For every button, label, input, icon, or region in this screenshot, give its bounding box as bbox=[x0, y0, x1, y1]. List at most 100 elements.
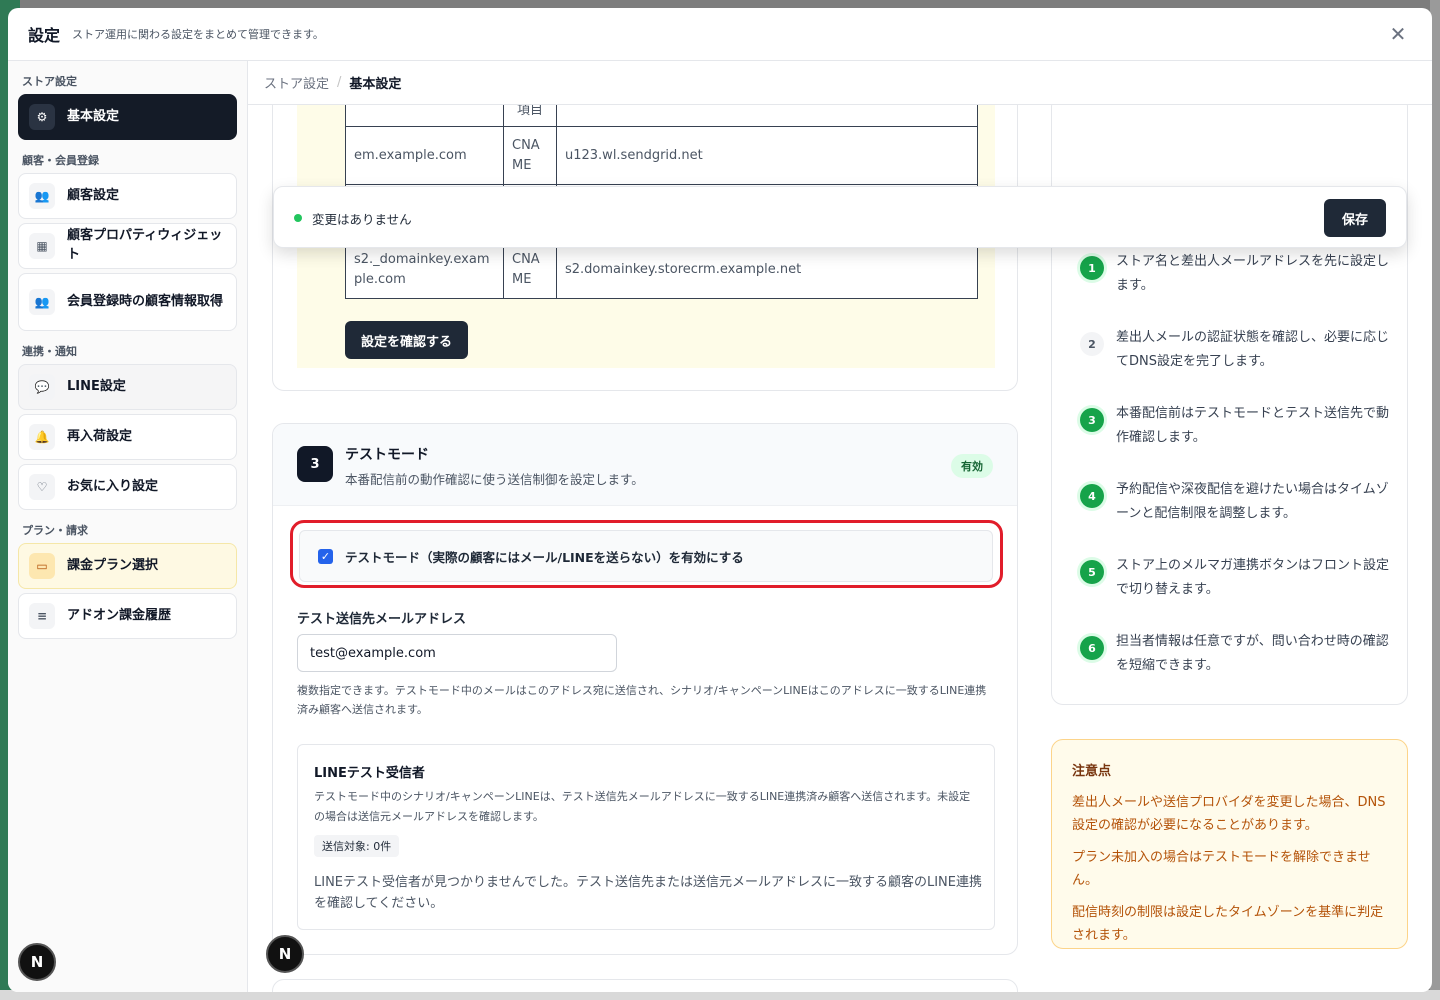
sidebar-group-label: 顧客・会員登録 bbox=[22, 154, 99, 167]
test-mode-card: 3 テストモード 本番配信前の動作確認に使う送信制御を設定します。 有効 ✓ テ… bbox=[272, 423, 1018, 955]
breadcrumb: ストア設定 / 基本設定 bbox=[248, 61, 1432, 105]
line-test-recipients-panel: LINEテスト受信者 テストモード中のシナリオ/キャンペーンLINEは、テスト送… bbox=[297, 744, 995, 930]
settings-modal: 設定 ストア運用に関わる設定をまとめて管理できます。 ✕ ストア設定 ⚙ 基本設… bbox=[8, 8, 1432, 992]
guide-step-number: 2 bbox=[1080, 332, 1104, 356]
guide-step: 6 担当者情報は任意ですが、問い合わせ時の確認を短縮できます。 bbox=[1080, 630, 1390, 678]
guide-step-number: 3 bbox=[1080, 408, 1104, 432]
breadcrumb-parent[interactable]: ストア設定 bbox=[264, 73, 329, 92]
dns-value-cell: s2.domainkey.storecrm.example.net bbox=[556, 240, 978, 299]
guide-step-number: 1 bbox=[1080, 256, 1104, 280]
save-button[interactable]: 保存 bbox=[1324, 199, 1386, 237]
sidebar-item-label: お気に入り設定 bbox=[67, 478, 159, 494]
sidebar-item-line-settings[interactable]: 💬 LINE設定 bbox=[18, 364, 237, 410]
gear-icon: ⚙ bbox=[29, 104, 55, 130]
settings-sidebar: ストア設定 ⚙ 基本設定 顧客・会員登録 👥 顧客設定 ▦ 顧客プロパティウィジ… bbox=[8, 61, 248, 992]
sidebar-item-customer-settings[interactable]: 👥 顧客設定 bbox=[18, 173, 237, 219]
test-email-label: テスト送信先メールアドレス bbox=[297, 612, 467, 627]
sidebar-item-signup-customer-info[interactable]: 👥 会員登録時の顧客情報取得 bbox=[18, 273, 237, 331]
sidebar-item-favorites-settings[interactable]: ♡ お気に入り設定 bbox=[18, 464, 237, 510]
heart-icon: ♡ bbox=[29, 474, 55, 500]
breadcrumb-separator: / bbox=[337, 75, 342, 90]
test-mode-toggle[interactable]: ✓ テストモード（実際の顧客にはメール/LINEを送らない）を有効にする bbox=[299, 530, 993, 582]
status-badge: 有効 bbox=[951, 454, 993, 478]
grid-icon: ▦ bbox=[29, 233, 55, 259]
sidebar-item-customer-property-widget[interactable]: ▦ 顧客プロパティウィジェット bbox=[18, 223, 237, 269]
test-email-input[interactable] bbox=[297, 634, 617, 672]
sidebar-item-basic-settings[interactable]: ⚙ 基本設定 bbox=[18, 94, 237, 140]
users-icon: 👥 bbox=[29, 289, 55, 315]
sidebar-item-label: 顧客設定 bbox=[67, 187, 120, 203]
caution-item: プラン未加入の場合はテストモードを解除できません。 bbox=[1072, 849, 1371, 889]
users-icon: 👥 bbox=[29, 183, 55, 209]
chat-icon: 💬 bbox=[29, 374, 55, 400]
sidebar-item-addon-billing-history[interactable]: ≡ アドオン課金履歴 bbox=[18, 593, 237, 639]
guide-step: 1 ストア名と差出人メールアドレスを先に設定します。 bbox=[1080, 250, 1390, 298]
line-empty-message: LINEテスト受信者が見つかりませんでした。テスト送信先または送信元メールアドレ… bbox=[314, 875, 982, 911]
sidebar-item-restock-settings[interactable]: 🔔 再入荷設定 bbox=[18, 414, 237, 460]
credit-card-icon: ▭ bbox=[29, 553, 55, 579]
sidebar-item-label: 顧客プロパティウィジェット bbox=[67, 228, 223, 262]
confirm-settings-button[interactable]: 設定を確認する bbox=[345, 321, 468, 359]
sidebar-group-label: ストア設定 bbox=[22, 75, 77, 88]
test-mode-checkbox-label: テストモード（実際の顧客にはメール/LINEを送らない）を有効にする bbox=[345, 549, 744, 565]
dns-type-cell: CNAME bbox=[503, 240, 557, 299]
modal-header: 設定 ストア運用に関わる設定をまとめて管理できます。 ✕ bbox=[8, 8, 1432, 61]
guide-step: 3 本番配信前はテストモードとテスト送信先で動作確認します。 bbox=[1080, 402, 1390, 450]
step-number: 3 bbox=[297, 446, 333, 482]
table-row: 項目 bbox=[345, 105, 978, 127]
database-icon: ≡ bbox=[29, 603, 55, 629]
modal-subtitle: ストア運用に関わる設定をまとめて管理できます。 bbox=[72, 28, 324, 41]
sidebar-item-label: 基本設定 bbox=[67, 108, 120, 124]
guide-step: 2 差出人メールの認証状態を確認し、必要に応じてDNS設定を完了します。 bbox=[1080, 326, 1390, 374]
sidebar-item-label: 再入荷設定 bbox=[67, 428, 133, 444]
target-count-badge: 送信対象: 0件 bbox=[314, 835, 400, 857]
guide-step: 4 予約配信や深夜配信を避けたい場合はタイムゾーンと配信制限を調整します。 bbox=[1080, 478, 1390, 526]
nextjs-logo-icon[interactable]: N bbox=[266, 935, 304, 973]
dns-host-cell: s2._domainkey.example.com bbox=[345, 240, 504, 299]
caution-panel: 注意点 差出人メールや送信プロバイダを変更した場合、DNS設定の確認が必要になる… bbox=[1051, 739, 1408, 949]
sender-auth-card: 項目 em.example.com CNAME u123.wl.sendgrid… bbox=[272, 105, 1018, 391]
section-description: 本番配信前の動作確認に使う送信制御を設定します。 bbox=[345, 472, 644, 487]
close-icon[interactable]: ✕ bbox=[1384, 20, 1412, 48]
sidebar-item-billing-plan[interactable]: ▭ 課金プラン選択 bbox=[18, 543, 237, 589]
sidebar-group-label: 連携・通知 bbox=[22, 345, 77, 358]
guide-step-number: 5 bbox=[1080, 560, 1104, 584]
line-test-title: LINEテスト受信者 bbox=[314, 766, 425, 781]
bell-icon: 🔔 bbox=[29, 424, 55, 450]
guide-step-text: 予約配信や深夜配信を避けたい場合はタイムゾーンと配信制限を調整します。 bbox=[1116, 482, 1389, 522]
change-status-text: 変更はありません bbox=[312, 212, 412, 227]
guide-step-text: ストア上のメルマガ連携ボタンはフロント設定で切り替えます。 bbox=[1116, 558, 1390, 598]
guide-step-text: 本番配信前はテストモードとテスト送信先で動作確認します。 bbox=[1116, 406, 1390, 446]
sidebar-group-label: プラン・請求 bbox=[22, 524, 88, 537]
table-header-cell: 項目 bbox=[503, 105, 557, 127]
sidebar-item-label: 会員登録時の顧客情報取得 bbox=[67, 293, 224, 309]
guide-step-number: 4 bbox=[1080, 484, 1104, 508]
guide-step-text: 差出人メールの認証状態を確認し、必要に応じてDNS設定を完了します。 bbox=[1116, 330, 1390, 370]
guide-step: 5 ストア上のメルマガ連携ボタンはフロント設定で切り替えます。 bbox=[1080, 554, 1390, 602]
modal-title: 設定 bbox=[28, 26, 61, 45]
section-title: テストモード bbox=[345, 447, 429, 463]
sidebar-item-label: 課金プラン選択 bbox=[67, 557, 159, 573]
dns-host-cell: em.example.com bbox=[345, 126, 504, 185]
table-row: em.example.com CNAME u123.wl.sendgrid.ne… bbox=[345, 126, 978, 185]
checkbox-checked-icon[interactable]: ✓ bbox=[318, 548, 333, 564]
sidebar-item-label: LINE設定 bbox=[67, 378, 126, 394]
caution-title: 注意点 bbox=[1072, 764, 1112, 779]
guide-step-text: 担当者情報は任意ですが、問い合わせ時の確認を短縮できます。 bbox=[1116, 634, 1389, 674]
next-section-card bbox=[272, 979, 1018, 992]
guide-step-number: 6 bbox=[1080, 636, 1104, 660]
dns-type-cell: CNAME bbox=[503, 126, 557, 185]
test-email-help: 複数指定できます。テストモード中のメールはこのアドレス宛に送信され、シナリオ/キ… bbox=[297, 684, 987, 716]
test-mode-header: 3 テストモード 本番配信前の動作確認に使う送信制御を設定します。 有効 bbox=[273, 424, 1017, 506]
status-dot-icon bbox=[294, 214, 302, 222]
line-test-description: テストモード中のシナリオ/キャンペーンLINEは、テスト送信先メールアドレスに一… bbox=[314, 790, 971, 823]
sidebar-item-label: アドオン課金履歴 bbox=[67, 607, 172, 623]
dns-value-cell: u123.wl.sendgrid.net bbox=[556, 126, 978, 185]
unsaved-changes-bar: 変更はありません 保存 bbox=[273, 186, 1407, 248]
nextjs-logo-icon[interactable]: N bbox=[18, 943, 56, 981]
caution-item: 差出人メールや送信プロバイダを変更した場合、DNS設定の確認が必要になることがあ… bbox=[1072, 795, 1386, 834]
guide-step-text: ストア名と差出人メールアドレスを先に設定します。 bbox=[1116, 254, 1390, 294]
caution-item: 配信時刻の制限は設定したタイムゾーンを基準に判定されます。 bbox=[1072, 904, 1384, 943]
breadcrumb-current: 基本設定 bbox=[349, 77, 402, 92]
table-row: s2._domainkey.example.com CNAME s2.domai… bbox=[345, 240, 978, 299]
